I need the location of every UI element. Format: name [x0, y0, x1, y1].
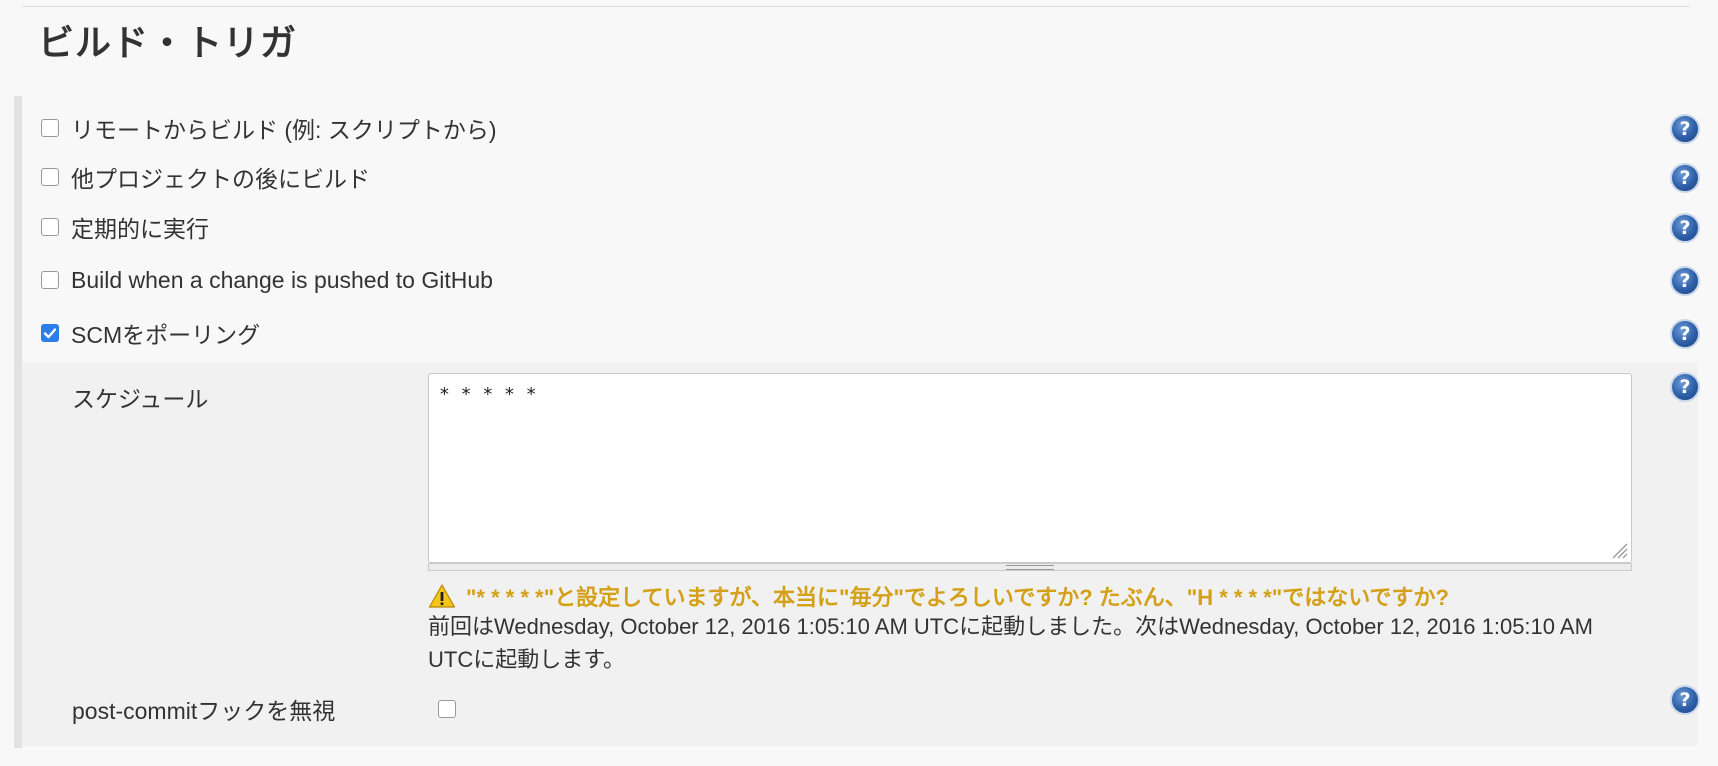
help-icon[interactable]: ? — [1670, 163, 1700, 193]
github-push-label[interactable]: Build when a change is pushed to GitHub — [71, 267, 493, 294]
poll-scm-label[interactable]: SCMをポーリング — [71, 316, 260, 350]
trigger-github-push[interactable]: Build when a change is pushed to GitHub — [40, 258, 1678, 302]
schedule-value[interactable]: * * * * * — [439, 384, 537, 405]
build-after-other-checkbox[interactable] — [41, 168, 59, 186]
build-periodically-label[interactable]: 定期的に実行 — [71, 210, 209, 244]
help-icon[interactable]: ? — [1670, 372, 1700, 402]
top-divider — [22, 6, 1690, 7]
section-title: ビルド・トリガ — [38, 22, 298, 63]
ignore-post-commit-label: post-commitフックを無視 — [72, 698, 336, 724]
trigger-build-periodically[interactable]: 定期的に実行 — [40, 205, 1678, 249]
remote-build-label[interactable]: リモートからビルド (例: スクリプトから) — [71, 111, 497, 145]
trigger-build-after-other-projects[interactable]: 他プロジェクトの後にビルド — [40, 155, 1678, 199]
remote-build-checkbox[interactable] — [41, 119, 59, 137]
build-periodically-checkbox[interactable] — [41, 218, 59, 236]
warning-icon — [428, 584, 456, 608]
schedule-run-info: 前回はWednesday, October 12, 2016 1:05:10 A… — [428, 614, 1593, 672]
schedule-textarea[interactable]: * * * * * — [428, 373, 1632, 563]
github-push-checkbox[interactable] — [41, 271, 59, 289]
resize-handle-icon[interactable] — [1607, 538, 1629, 560]
textarea-drag-bar[interactable] — [428, 563, 1632, 571]
drag-grip-icon — [1006, 564, 1054, 570]
poll-scm-checkbox[interactable] — [41, 324, 59, 342]
help-icon[interactable]: ? — [1670, 213, 1700, 243]
help-icon[interactable]: ? — [1670, 319, 1700, 349]
ignore-post-commit-checkbox[interactable] — [438, 700, 456, 718]
checkmark-icon — [43, 328, 57, 339]
warning-text: "* * * * *"と設定していますが、本当に"毎分"でよろしいですか? たぶ… — [466, 585, 1449, 610]
help-icon[interactable]: ? — [1670, 114, 1700, 144]
schedule-warning: "* * * * *"と設定していますが、本当に"毎分"でよろしいですか? たぶ… — [428, 580, 1449, 612]
section-indent-bar — [14, 96, 22, 748]
trigger-remote-build[interactable]: リモートからビルド (例: スクリプトから) — [40, 106, 1678, 150]
schedule-label: スケジュール — [72, 386, 209, 412]
help-icon[interactable]: ? — [1670, 266, 1700, 296]
help-icon[interactable]: ? — [1670, 685, 1700, 715]
trigger-poll-scm[interactable]: SCMをポーリング — [40, 311, 1678, 355]
build-after-other-label[interactable]: 他プロジェクトの後にビルド — [71, 160, 370, 194]
